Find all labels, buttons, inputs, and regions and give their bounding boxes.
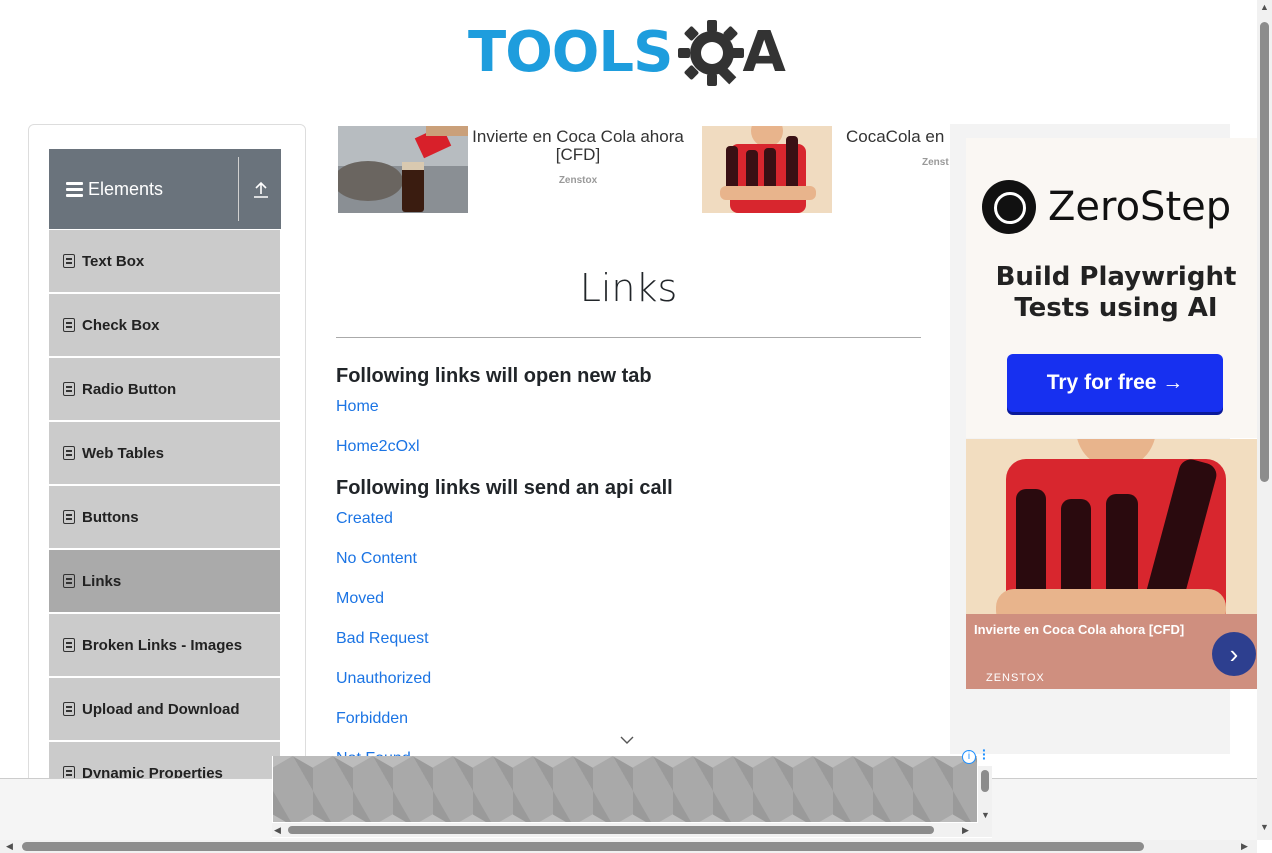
sidebar-item-buttons[interactable]: Buttons bbox=[49, 485, 281, 549]
html5-icon bbox=[63, 702, 75, 716]
ad-headline: Build Playwright Tests using AI bbox=[995, 262, 1237, 323]
scroll-down-arrow-icon[interactable]: ▼ bbox=[981, 810, 990, 820]
page-horizontal-scrollbar[interactable]: ◀ ▶ bbox=[0, 840, 1257, 853]
link-unauthorized[interactable]: Unauthorized bbox=[336, 670, 431, 688]
sidebar-item-links[interactable]: Links bbox=[49, 549, 281, 613]
group-title: Elements bbox=[88, 178, 164, 199]
header-divider bbox=[238, 157, 239, 221]
ad-source: Zenstox bbox=[558, 175, 598, 186]
elements-menu: Text Box Check Box Radio Button Web Tabl… bbox=[49, 229, 281, 783]
sidebar-item-upload-download[interactable]: Upload and Download bbox=[49, 677, 281, 741]
sidebar-item-radio-button[interactable]: Radio Button bbox=[49, 357, 281, 421]
top-ad-2[interactable]: CocaCola en [CF Zenst bbox=[702, 126, 952, 213]
page-vertical-scrollbar[interactable]: ▲ ▼ bbox=[1257, 0, 1272, 840]
collapse-up-icon[interactable] bbox=[253, 181, 269, 199]
toolsqa-logo[interactable]: TOOLS A bbox=[468, 14, 794, 92]
ad-options-icon[interactable]: · · · bbox=[982, 743, 988, 765]
ad-image-child-bottles bbox=[702, 126, 832, 213]
link-home[interactable]: Home bbox=[336, 398, 379, 416]
try-for-free-button[interactable]: Try for free → bbox=[1007, 354, 1223, 412]
link-bad-request[interactable]: Bad Request bbox=[336, 630, 429, 648]
top-ad-1[interactable]: Invierte en Coca Cola ahora [CFD] Zensto… bbox=[338, 126, 698, 213]
scroll-right-arrow-icon[interactable]: ▶ bbox=[962, 825, 969, 835]
scroll-right-arrow-icon[interactable]: ▶ bbox=[1241, 841, 1248, 851]
page-horizontal-scroll-thumb[interactable] bbox=[22, 842, 1144, 851]
sidebar: Elements Text Box Check Box Radio Button… bbox=[28, 124, 306, 784]
ad-image-cola-glass bbox=[338, 126, 468, 213]
section-title-api: Following links will send an api call bbox=[336, 477, 673, 499]
ad-info-icon[interactable]: i bbox=[962, 750, 976, 764]
scroll-left-arrow-icon[interactable]: ◀ bbox=[6, 841, 13, 851]
title-divider bbox=[336, 337, 921, 338]
link-moved[interactable]: Moved bbox=[336, 590, 384, 608]
ad-horizontal-scrollbar[interactable]: ◀ ▶ bbox=[272, 823, 992, 837]
page-vertical-scroll-thumb[interactable] bbox=[1260, 22, 1269, 482]
ad-source: Zenst bbox=[922, 157, 949, 168]
chevron-down-icon[interactable] bbox=[620, 733, 634, 747]
page-title: Links bbox=[579, 266, 678, 310]
logo-text-a: A bbox=[742, 20, 786, 85]
sidebar-item-web-tables[interactable]: Web Tables bbox=[49, 421, 281, 485]
html5-icon bbox=[63, 318, 75, 332]
zerostep-panel: ZeroStep Build Playwright Tests using AI… bbox=[966, 138, 1258, 438]
link-home-dynamic[interactable]: Home2cOxl bbox=[336, 438, 420, 456]
chevron-right-icon[interactable]: › bbox=[1212, 632, 1256, 676]
ad-horizontal-scroll-thumb[interactable] bbox=[288, 826, 934, 834]
html5-icon bbox=[63, 510, 75, 524]
section-title-new-tab: Following links will open new tab bbox=[336, 365, 652, 387]
ad-caption: Invierte en Coca Cola ahora [CFD] bbox=[974, 622, 1185, 637]
ad-title[interactable]: Invierte en Coca Cola ahora [CFD] bbox=[468, 126, 688, 164]
link-created[interactable]: Created bbox=[336, 510, 393, 528]
link-no-content[interactable]: No Content bbox=[336, 550, 417, 568]
sidebar-item-broken-links[interactable]: Broken Links - Images bbox=[49, 613, 281, 677]
scroll-down-arrow-icon[interactable]: ▼ bbox=[1260, 822, 1269, 832]
ad-vertical-scrollbar[interactable]: ▼ bbox=[978, 766, 992, 823]
html5-icon bbox=[63, 382, 75, 396]
logo-text: TOOLS bbox=[468, 20, 673, 85]
ad-title[interactable]: CocaCola en [CF bbox=[832, 126, 952, 146]
scroll-left-arrow-icon[interactable]: ◀ bbox=[274, 825, 281, 835]
html5-icon bbox=[63, 574, 75, 588]
scroll-up-arrow-icon[interactable]: ▲ bbox=[1260, 2, 1269, 12]
zerostep-logo: ZeroStep bbox=[982, 180, 1231, 234]
sidebar-item-check-box[interactable]: Check Box bbox=[49, 293, 281, 357]
html5-icon bbox=[63, 638, 75, 652]
hamburger-icon bbox=[66, 181, 83, 197]
gear-icon bbox=[676, 18, 746, 88]
ad-caption-bar[interactable]: Invierte en Coca Cola ahora [CFD] ZENSTO… bbox=[966, 614, 1257, 689]
html5-icon bbox=[63, 254, 75, 268]
zerostep-ad[interactable]: ZeroStep Build Playwright Tests using AI… bbox=[950, 124, 1258, 754]
zerostep-brand: ZeroStep bbox=[1048, 184, 1232, 230]
zerostep-logo-icon bbox=[982, 180, 1036, 234]
ad-pattern bbox=[273, 756, 977, 822]
group-header-elements[interactable]: Elements bbox=[49, 149, 281, 229]
sidebar-item-text-box[interactable]: Text Box bbox=[49, 229, 281, 293]
ad-caption-source: ZENSTOX bbox=[986, 672, 1045, 684]
ad-vertical-scroll-thumb[interactable] bbox=[981, 770, 989, 792]
link-forbidden[interactable]: Forbidden bbox=[336, 710, 408, 728]
html5-icon bbox=[63, 446, 75, 460]
